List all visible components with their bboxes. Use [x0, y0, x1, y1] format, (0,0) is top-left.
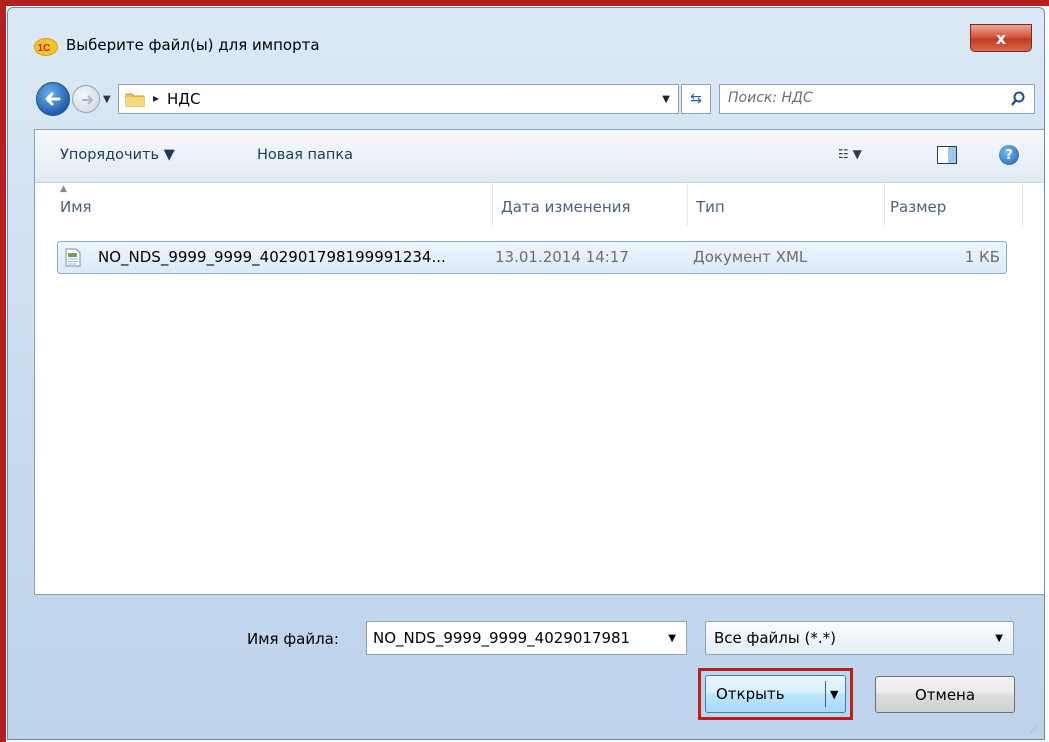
filename-label: Имя файла:	[247, 630, 339, 648]
split-divider	[825, 681, 826, 707]
file-size: 1 КБ	[964, 248, 1000, 266]
search-placeholder: Поиск: НДС	[728, 90, 813, 106]
forward-button[interactable]	[72, 85, 100, 113]
organize-button[interactable]: Упорядочить ▼	[60, 147, 175, 163]
column-header-date[interactable]: Дата изменения	[493, 182, 688, 226]
filename-field[interactable]: NO_NDS_9999_9999_4029017981 ▼	[366, 621, 687, 655]
file-open-dialog: 1C Выберите файл(ы) для импорта x ▼ ▸ НД…	[7, 7, 1045, 740]
refresh-icon: ⇆	[690, 91, 702, 107]
back-button[interactable]	[36, 82, 70, 116]
preview-pane-icon[interactable]	[937, 146, 957, 164]
filter-dropdown-icon: ▼	[995, 633, 1003, 644]
resize-grip-icon[interactable]: ⋰	[1030, 725, 1040, 735]
command-bar: Упорядочить ▼ Новая папка ☷ ▼ ?	[35, 130, 1044, 183]
file-date: 13.01.2014 14:17	[495, 248, 629, 266]
breadcrumb-separator-icon: ▸	[153, 91, 160, 105]
open-button-label: Открыть	[716, 685, 785, 703]
file-name: NO_NDS_9999_9999_402901798199991234...	[98, 248, 446, 266]
file-type: Документ XML	[693, 248, 808, 266]
file-row[interactable]: NO_NDS_9999_9999_402901798199991234... 1…	[57, 241, 1007, 274]
history-dropdown-icon[interactable]: ▼	[103, 94, 111, 105]
xml-file-icon	[65, 248, 81, 267]
filename-dropdown-icon[interactable]: ▼	[668, 633, 676, 644]
navigation-bar: ▼ ▸ НДС ▼ ⇆ Поиск: НДС	[8, 74, 1044, 116]
title-bar: 1C Выберите файл(ы) для импорта x	[8, 8, 1044, 56]
sort-ascending-icon: ▲	[60, 184, 67, 194]
breadcrumb[interactable]: НДС	[167, 90, 200, 108]
close-button[interactable]: x	[970, 24, 1032, 52]
address-bar[interactable]: ▸ НДС ▼	[118, 84, 679, 114]
views-icon[interactable]: ☷ ▼	[838, 147, 862, 161]
column-name-label: Имя	[60, 198, 92, 216]
column-date-label: Дата изменения	[501, 198, 631, 216]
column-headers: Имя ▲ Дата изменения Тип Размер	[35, 182, 1044, 226]
open-button[interactable]: Открыть ▼	[705, 675, 846, 713]
column-header-type[interactable]: Тип	[688, 182, 885, 226]
cancel-button[interactable]: Отмена	[875, 676, 1015, 713]
window-title: Выберите файл(ы) для импорта	[66, 36, 320, 54]
new-folder-button[interactable]: Новая папка	[257, 147, 353, 163]
column-header-size[interactable]: Размер	[885, 182, 1023, 226]
file-browser-panel: Упорядочить ▼ Новая папка ☷ ▼ ? Имя ▲ Да…	[34, 129, 1044, 595]
svg-text:1C: 1C	[38, 43, 51, 54]
search-icon[interactable]	[1010, 91, 1026, 107]
column-header-name[interactable]: Имя ▲	[35, 182, 493, 226]
forward-arrow-icon	[82, 95, 94, 105]
column-type-label: Тип	[696, 198, 725, 216]
address-dropdown-icon[interactable]: ▼	[662, 94, 670, 105]
help-icon[interactable]: ?	[999, 145, 1019, 165]
back-arrow-icon	[45, 92, 61, 106]
column-size-label: Размер	[890, 198, 947, 216]
open-dropdown-icon[interactable]: ▼	[830, 688, 838, 701]
1c-app-icon: 1C	[34, 38, 58, 56]
filename-value: NO_NDS_9999_9999_4029017981	[373, 629, 631, 647]
folder-icon	[125, 93, 145, 107]
file-type-filter[interactable]: Все файлы (*.*) ▼	[705, 621, 1014, 655]
filter-value: Все файлы (*.*)	[714, 629, 836, 647]
refresh-button[interactable]: ⇆	[681, 84, 711, 114]
search-input[interactable]: Поиск: НДС	[719, 84, 1035, 114]
